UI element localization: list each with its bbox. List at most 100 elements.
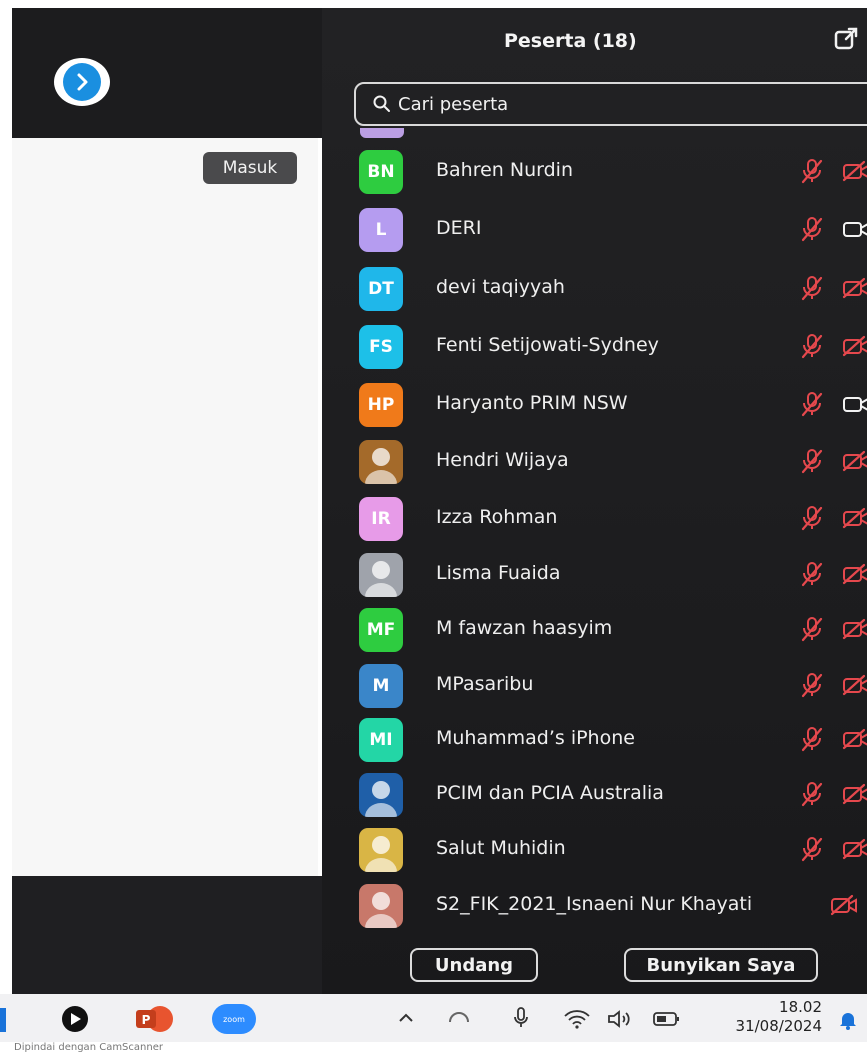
scanner-watermark: Dipindai dengan CamScanner	[0, 1042, 867, 1055]
camera-off-icon[interactable]	[842, 335, 867, 357]
mic-muted-icon[interactable]	[800, 505, 824, 531]
mic-muted-icon[interactable]	[800, 726, 824, 752]
avatar-initials: L	[375, 220, 387, 240]
camera-off-icon[interactable]	[842, 563, 867, 585]
participant-row[interactable]: S2_FIK_2021_Isnaeni Nur Khayati	[322, 878, 867, 934]
mic-muted-icon[interactable]	[800, 836, 824, 862]
video-area-bottom	[12, 876, 322, 994]
participant-name: M fawzan haasyim	[436, 617, 613, 639]
cloud-sync-icon[interactable]	[446, 1008, 472, 1028]
svg-text:P: P	[142, 1013, 151, 1027]
expand-panel-button[interactable]	[54, 58, 110, 106]
participant-avatar: MI	[359, 718, 403, 762]
participant-row[interactable]: DT devi taqiyyah	[322, 261, 867, 317]
system-clock[interactable]: 18.02 31/08/2024	[706, 998, 822, 1036]
participant-avatar	[359, 773, 403, 817]
clock-time: 18.02	[779, 998, 822, 1016]
participant-row[interactable]: FS Fenti Setijowati-Sydney	[322, 319, 867, 375]
avatar-initials: HP	[367, 395, 395, 415]
participant-name: PCIM dan PCIA Australia	[436, 782, 664, 804]
chevron-up-icon[interactable]	[396, 1010, 416, 1026]
profile-photo-icon	[365, 448, 397, 484]
participant-name: devi taqiyyah	[436, 276, 565, 298]
participant-row[interactable]: IR Izza Rohman	[322, 491, 867, 547]
avatar-initials: BN	[367, 162, 395, 182]
camera-off-icon[interactable]	[842, 783, 867, 805]
scanner-text: Dipindai dengan CamScanner	[14, 1042, 163, 1053]
enter-button[interactable]: Masuk	[203, 152, 297, 184]
notification-bell-icon[interactable]	[836, 1008, 860, 1032]
participant-row[interactable]: MF M fawzan haasyim	[322, 602, 867, 658]
participant-avatar: L	[359, 208, 403, 252]
chevron-right-icon	[77, 73, 88, 91]
camera-off-icon[interactable]	[842, 277, 867, 299]
mic-muted-icon[interactable]	[800, 616, 824, 642]
camera-off-icon[interactable]	[842, 618, 867, 640]
camera-on-icon[interactable]	[842, 393, 867, 415]
participant-avatar: FS	[359, 325, 403, 369]
participant-name: Salut Muhidin	[436, 837, 566, 859]
unmute-me-button[interactable]: Bunyikan Saya	[624, 948, 818, 982]
participants-panel: Peserta (18) Cari peserta BN Bahren Nurdi…	[322, 8, 867, 994]
participant-name: Bahren Nurdin	[436, 159, 573, 181]
participant-avatar: BN	[359, 150, 403, 194]
participant-avatar: M	[359, 664, 403, 708]
camera-off-icon[interactable]	[830, 894, 858, 916]
camera-off-icon[interactable]	[842, 507, 867, 529]
participant-row[interactable]: PCIM dan PCIA Australia	[322, 767, 867, 823]
mic-muted-icon[interactable]	[800, 158, 824, 184]
participant-avatar	[359, 440, 403, 484]
mic-muted-icon[interactable]	[800, 448, 824, 474]
microphone-icon[interactable]	[512, 1006, 530, 1030]
clock-date: 31/08/2024	[735, 1017, 822, 1035]
participant-row[interactable]: Salut Muhidin	[322, 822, 867, 878]
mic-muted-icon[interactable]	[800, 391, 824, 417]
shared-screen-area: Masuk	[12, 138, 318, 876]
profile-photo-icon	[365, 892, 397, 928]
battery-icon[interactable]	[652, 1010, 682, 1028]
camera-off-icon[interactable]	[842, 728, 867, 750]
screen: Masuk Peserta (18) Cari peserta BN Bahren…	[0, 0, 867, 1055]
profile-photo-icon	[365, 561, 397, 597]
participant-name: Haryanto PRIM NSW	[436, 392, 628, 414]
participant-search[interactable]: Cari peserta	[354, 82, 867, 126]
participant-row[interactable]: M MPasaribu	[322, 658, 867, 714]
mic-muted-icon[interactable]	[800, 781, 824, 807]
participant-avatar	[359, 553, 403, 597]
taskbar: P zoom 18.02 31/08/2024	[0, 994, 867, 1042]
camera-off-icon[interactable]	[842, 838, 867, 860]
participant-row[interactable]: L DERI	[322, 202, 867, 258]
camera-off-icon[interactable]	[842, 450, 867, 472]
participant-name: Fenti Setijowati-Sydney	[436, 334, 659, 356]
powerpoint-icon[interactable]: P	[132, 1004, 178, 1034]
mic-muted-icon[interactable]	[800, 216, 824, 242]
camera-off-icon[interactable]	[842, 160, 867, 182]
camera-off-icon[interactable]	[842, 674, 867, 696]
participant-avatar: HP	[359, 383, 403, 427]
media-player-icon[interactable]	[54, 1004, 96, 1034]
participant-row[interactable]: Hendri Wijaya	[322, 434, 867, 490]
participant-avatar: IR	[359, 497, 403, 541]
avatar-initials: M	[372, 676, 390, 696]
participant-row[interactable]: Lisma Fuaida	[322, 547, 867, 603]
wifi-icon[interactable]	[562, 1008, 592, 1030]
camera-on-icon[interactable]	[842, 218, 867, 240]
zoom-app-icon[interactable]: zoom	[212, 1004, 256, 1034]
popout-icon[interactable]	[833, 26, 859, 52]
participant-name: Izza Rohman	[436, 506, 558, 528]
mic-muted-icon[interactable]	[800, 275, 824, 301]
scrolled-avatar-stub	[360, 128, 404, 138]
zoom-app-label: zoom	[223, 1014, 245, 1024]
taskbar-edge-app-icon[interactable]	[0, 1008, 6, 1032]
participant-row[interactable]: HP Haryanto PRIM NSW	[322, 377, 867, 433]
volume-icon[interactable]	[606, 1008, 636, 1030]
mic-muted-icon[interactable]	[800, 672, 824, 698]
avatar-initials: MF	[366, 620, 396, 640]
mic-muted-icon[interactable]	[800, 561, 824, 587]
participant-name: MPasaribu	[436, 673, 534, 695]
invite-button[interactable]: Undang	[410, 948, 538, 982]
participant-row[interactable]: MI Muhammad’s iPhone	[322, 712, 867, 768]
mic-muted-icon[interactable]	[800, 333, 824, 359]
participant-name: S2_FIK_2021_Isnaeni Nur Khayati	[436, 893, 753, 915]
participant-row[interactable]: BN Bahren Nurdin	[322, 144, 867, 200]
